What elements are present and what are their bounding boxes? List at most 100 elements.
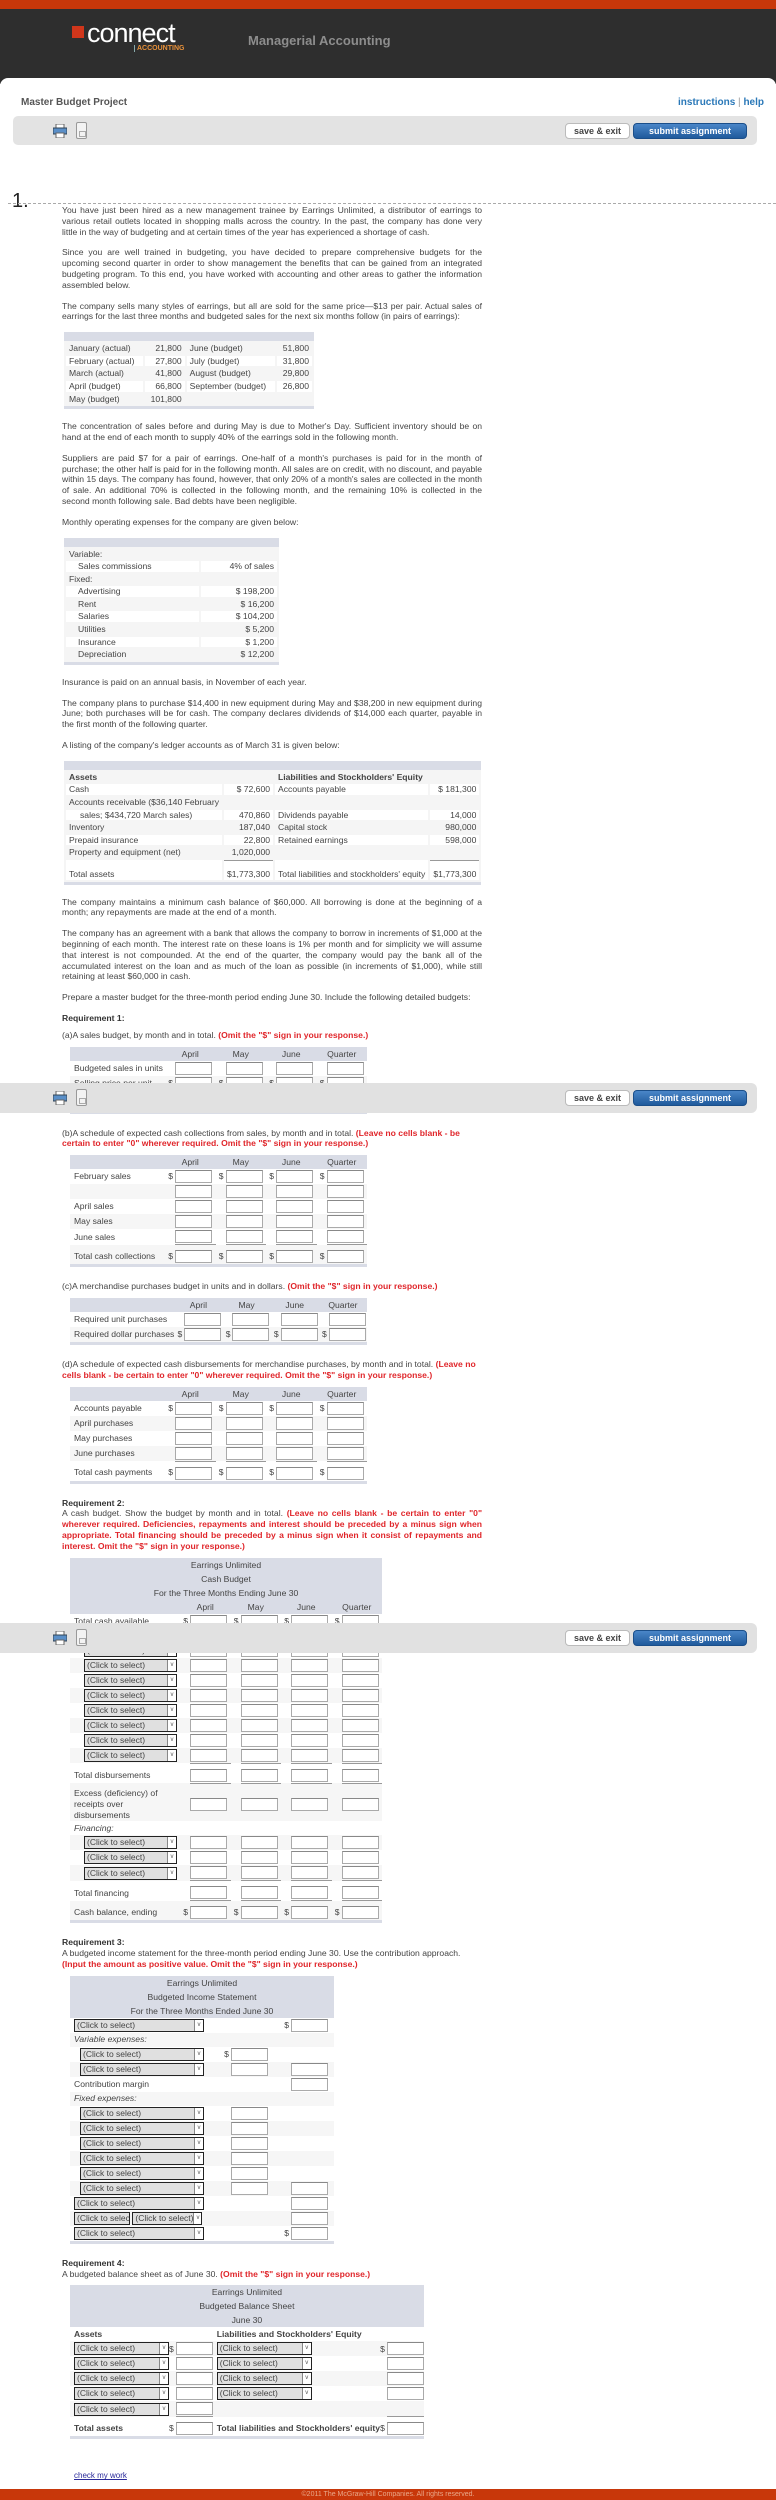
amount-input[interactable] [184,1312,222,1326]
amount-input[interactable] [240,1673,278,1687]
amount-input[interactable] [276,1230,313,1244]
amount-input[interactable] [175,2342,213,2356]
amount-input[interactable] [291,1906,328,1920]
amount-input[interactable] [328,1312,366,1326]
amount-input[interactable] [190,1658,227,1672]
account-select[interactable]: (Click to select)v [84,1733,177,1747]
amount-input[interactable] [240,1768,278,1782]
amount-input[interactable] [291,2181,329,2195]
save-exit-button[interactable]: save & exit [564,123,630,139]
amount-input[interactable] [291,1851,328,1865]
amount-input[interactable] [190,1718,227,1732]
amount-input[interactable] [276,1416,313,1430]
amount-input[interactable] [276,1215,313,1229]
amount-input[interactable] [175,1061,212,1075]
amount-input[interactable] [190,1768,227,1782]
account-select[interactable]: (Click to select)v [74,2402,169,2416]
amount-input[interactable] [276,1170,313,1184]
amount-input[interactable] [386,2342,424,2356]
amount-input[interactable] [175,2372,213,2386]
amount-input[interactable] [225,1401,263,1415]
amount-input[interactable] [190,1673,227,1687]
amount-input[interactable] [175,2357,213,2371]
amount-input[interactable] [291,1688,328,1702]
amount-input[interactable] [326,1250,364,1264]
amount-input[interactable] [326,1401,364,1415]
amount-input[interactable] [291,2077,329,2091]
amount-input[interactable] [291,1733,328,1747]
account-select[interactable]: (Click to select)v [216,2357,312,2371]
amount-input[interactable] [240,1748,278,1762]
amount-input[interactable] [230,2151,268,2165]
amount-input[interactable] [230,2047,268,2061]
submit-assignment-button[interactable]: submit assignment [633,1630,747,1646]
account-select[interactable]: (Click to select)v [80,2151,204,2165]
account-select[interactable]: (Click to select)v [216,2387,312,2401]
account-select[interactable]: (Click to select)v [84,1836,177,1850]
amount-input[interactable] [341,1836,379,1850]
save-exit-button[interactable]: save & exit [564,1090,630,1106]
account-select[interactable]: (Click to select)v [84,1718,177,1732]
account-select[interactable]: (Click to select)v [80,2181,204,2195]
amount-input[interactable] [230,2181,268,2195]
amount-input[interactable] [225,1466,263,1480]
amount-input[interactable] [175,1185,212,1199]
submit-assignment-button[interactable]: submit assignment [633,1090,747,1106]
amount-input[interactable] [386,2422,424,2436]
amount-input[interactable] [291,1836,328,1850]
submit-assignment-button[interactable]: submit assignment [633,123,747,139]
amount-input[interactable] [175,1215,212,1229]
amount-input[interactable] [175,1416,212,1430]
amount-input[interactable] [190,1797,227,1811]
account-select[interactable]: (Click to select)v [84,1703,177,1717]
amount-input[interactable] [240,1733,278,1747]
amount-input[interactable] [225,1230,263,1244]
amount-input[interactable] [386,2372,424,2386]
amount-input[interactable] [386,2357,424,2371]
amount-input[interactable] [276,1446,313,1460]
amount-input[interactable] [240,1658,278,1672]
amount-input[interactable] [341,1851,379,1865]
amount-input[interactable] [291,1866,328,1880]
amount-input[interactable] [326,1200,364,1214]
amount-input[interactable] [190,1836,227,1850]
amount-input[interactable] [190,1688,227,1702]
amount-input[interactable] [280,1312,318,1326]
help-link[interactable]: help [743,97,764,108]
amount-input[interactable] [175,2402,213,2416]
amount-input[interactable] [230,2106,268,2120]
amount-input[interactable] [276,1250,313,1264]
amount-input[interactable] [341,1688,379,1702]
amount-input[interactable] [291,1748,328,1762]
amount-input[interactable] [225,1431,263,1445]
amount-input[interactable] [276,1200,313,1214]
account-select[interactable]: (Click to select)v [74,2387,169,2401]
amount-input[interactable] [225,1185,263,1199]
amount-input[interactable] [230,2121,268,2135]
amount-input[interactable] [326,1466,364,1480]
account-select[interactable]: (Click to select)v [84,1688,177,1702]
amount-input[interactable] [240,1688,278,1702]
print-icon[interactable] [53,124,67,138]
save-disk-icon[interactable] [76,122,87,139]
account-select[interactable]: (Click to select)v [74,2211,130,2225]
account-select[interactable]: (Click to select)v [80,2136,204,2150]
amount-input[interactable] [326,1446,364,1460]
amount-input[interactable] [175,1230,212,1244]
amount-input[interactable] [291,2196,329,2210]
amount-input[interactable] [276,1466,313,1480]
account-select[interactable]: (Click to select)v [74,2372,169,2386]
amount-input[interactable] [341,1718,379,1732]
account-select[interactable]: (Click to select)v [74,2196,204,2210]
amount-input[interactable] [341,1703,379,1717]
account-select[interactable]: (Click to select)v [80,2062,204,2076]
amount-input[interactable] [291,2226,329,2240]
amount-input[interactable] [190,1866,227,1880]
amount-input[interactable] [175,2422,213,2436]
amount-input[interactable] [175,1170,212,1184]
amount-input[interactable] [225,1061,263,1075]
amount-input[interactable] [341,1768,379,1782]
amount-input[interactable] [291,2211,329,2225]
account-select[interactable]: (Click to select)v [84,1658,177,1672]
amount-input[interactable] [175,2387,213,2401]
